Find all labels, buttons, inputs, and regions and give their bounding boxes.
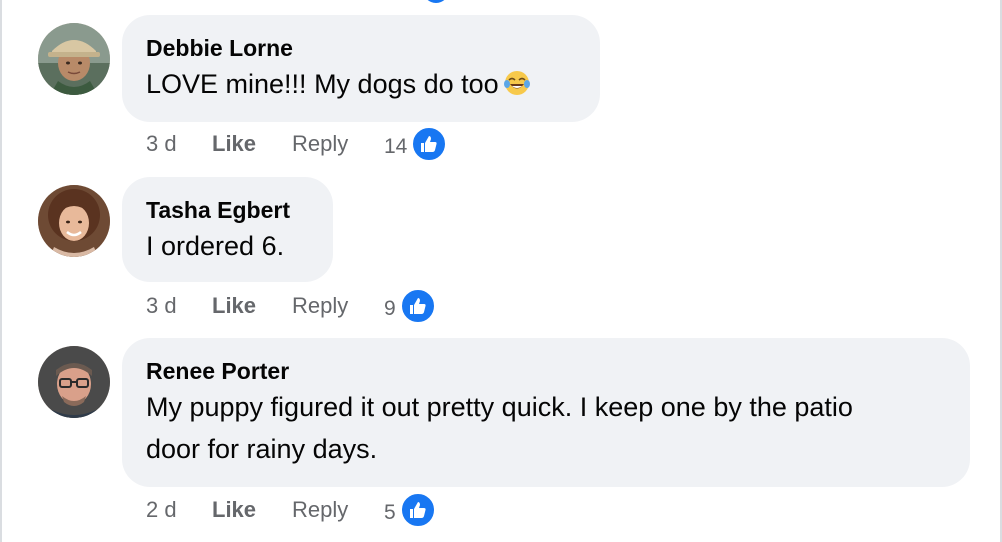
comment-bubble: Tasha Egbert I ordered 6.: [122, 177, 333, 282]
comments-panel: Debbie Lorne LOVE mine!!! My dogs do too…: [0, 0, 1002, 542]
reply-button[interactable]: Reply: [292, 293, 384, 319]
comment-text-body: LOVE mine!!! My dogs do too: [146, 69, 499, 99]
thumbs-up-icon[interactable]: [411, 126, 448, 162]
comment-timestamp[interactable]: 3 d: [146, 131, 212, 157]
reply-button[interactable]: Reply: [292, 497, 384, 523]
avatar[interactable]: [38, 346, 110, 418]
comment-text-line-2: door for rainy days.: [146, 434, 378, 464]
avatar[interactable]: [38, 23, 110, 95]
like-button[interactable]: Like: [212, 131, 292, 157]
comment-actions: 3 d Like Reply 9: [146, 288, 436, 324]
reaction-count[interactable]: 5: [384, 495, 396, 525]
comment-text: I ordered 6.: [146, 231, 285, 261]
partial-like-badge: [423, 0, 449, 3]
comment-author[interactable]: Renee Porter: [146, 356, 946, 386]
avatar-image: [38, 346, 110, 418]
comment-bubble: Debbie Lorne LOVE mine!!! My dogs do too: [122, 15, 600, 122]
reaction-count[interactable]: 14: [384, 129, 407, 159]
comment-author[interactable]: Debbie Lorne: [146, 33, 576, 63]
comment-text: LOVE mine!!! My dogs do too: [146, 63, 576, 105]
comment-timestamp[interactable]: 2 d: [146, 497, 212, 523]
comment-actions: 3 d Like Reply 14: [146, 126, 448, 162]
tears-of-joy-emoji-icon: [503, 71, 530, 95]
comment-actions: 2 d Like Reply 5: [146, 492, 436, 528]
thumbs-up-icon[interactable]: [399, 288, 436, 324]
like-button[interactable]: Like: [212, 293, 292, 319]
comment-timestamp[interactable]: 3 d: [146, 293, 212, 319]
comment-text-line-1: My puppy figured it out pretty quick. I …: [146, 392, 853, 422]
like-button[interactable]: Like: [212, 497, 292, 523]
avatar-image: [38, 185, 110, 257]
reply-button[interactable]: Reply: [292, 131, 384, 157]
avatar-image: [38, 23, 110, 95]
thumbs-up-icon[interactable]: [399, 492, 436, 528]
reaction-count[interactable]: 9: [384, 291, 396, 321]
avatar[interactable]: [38, 185, 110, 257]
comment-bubble: Renee Porter My puppy figured it out pre…: [122, 338, 970, 487]
comment-author[interactable]: Tasha Egbert: [146, 195, 309, 225]
